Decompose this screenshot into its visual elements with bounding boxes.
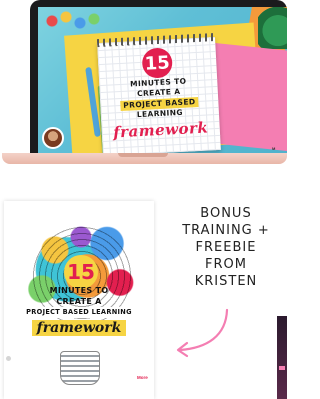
title-script: framework	[112, 118, 209, 142]
bonus-caption: BONUS TRAINING + FREEBIE FROM KRISTEN	[176, 205, 276, 290]
bonus-line: FROM	[205, 257, 247, 272]
adjacent-product-thumbnail	[277, 316, 287, 399]
thumbnail-accent	[279, 366, 285, 370]
laptop-screen-image: 15 MINUTES TO CREATE A PROJECT BASED LEA…	[38, 7, 287, 153]
presenter-avatar	[42, 127, 64, 149]
number-badge: 15	[141, 47, 174, 79]
number-badge: 15	[64, 255, 98, 289]
laptop-notch	[118, 153, 168, 157]
bonus-line: KRISTEN	[194, 274, 258, 289]
carousel-dot[interactable]	[6, 356, 11, 361]
cover-logo: More	[137, 375, 148, 380]
notebook-title: 15 MINUTES TO CREATE A PROJECT BASED LEA…	[98, 45, 221, 142]
cover-line-3: PROJECT BASED LEARNING	[24, 307, 134, 318]
lightbulb-base-illustration	[60, 351, 100, 385]
cover-script: framework	[31, 320, 127, 336]
cover-line-1: MINUTES TO	[49, 286, 109, 295]
curved-arrow-icon	[176, 308, 229, 358]
cover-title: MINUTES TO CREATE A PROJECT BASED LEARNI…	[4, 285, 154, 337]
notebook: 15 MINUTES TO CREATE A PROJECT BASED LEA…	[96, 32, 221, 153]
screen-logo: M	[272, 146, 276, 151]
cover-line-2: CREATE A	[56, 297, 102, 306]
bonus-line: TRAINING +	[182, 223, 270, 238]
bonus-line: FREEBIE	[195, 240, 257, 255]
ebook-cover: 15 MINUTES TO CREATE A PROJECT BASED LEA…	[4, 201, 154, 399]
clips-decoration	[44, 9, 104, 35]
bonus-line: BONUS	[200, 206, 252, 221]
plant-decoration	[258, 7, 287, 49]
